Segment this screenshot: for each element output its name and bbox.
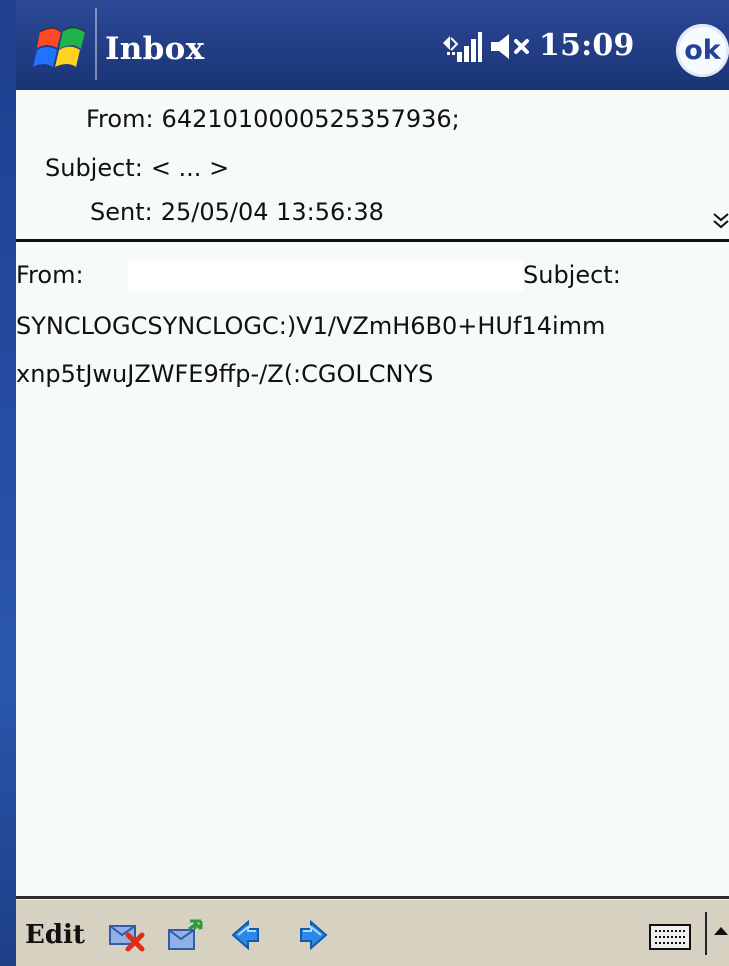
bottom-toolbar: Edit: [16, 899, 729, 966]
clock-time: 15:09: [539, 28, 635, 63]
from-label: From:: [86, 105, 154, 133]
next-message-icon[interactable]: [297, 917, 331, 953]
message-header: From: 6421010000525357936; Subject: < ... …: [16, 90, 729, 239]
subject-header-row: Subject: < ... >: [45, 154, 229, 182]
body-from-field: [128, 261, 523, 291]
message-body: From: Subject: SYNCLOGCSYNCLOGC:)V1/VZmH…: [16, 242, 729, 892]
previous-message-icon[interactable]: [228, 917, 262, 953]
app-title: Inbox: [105, 31, 205, 67]
subject-label: Subject:: [45, 154, 143, 182]
expand-header-icon[interactable]: [712, 211, 729, 229]
body-subject-label: Subject:: [523, 261, 621, 289]
body-from-label: From:: [16, 261, 84, 289]
keyboard-icon[interactable]: [649, 922, 691, 952]
volume-icon[interactable]: [489, 29, 534, 64]
sent-header-row: Sent: 25/05/04 13:56:38: [90, 198, 384, 226]
message-text-line: SYNCLOGCSYNCLOGC:)V1/VZmH6B0+HUf14imm: [16, 312, 606, 340]
signal-icon[interactable]: [439, 27, 483, 65]
title-separator: [95, 8, 97, 80]
subject-value: < ... >: [150, 154, 230, 182]
input-selector-arrow-icon[interactable]: [705, 912, 729, 955]
delete-message-icon[interactable]: [106, 917, 146, 953]
pocket-pc-screen: Inbox 15:09 ok From: 6421010000525357936;…: [16, 0, 729, 966]
title-bar: Inbox 15:09 ok: [16, 0, 729, 90]
message-text-line: xnp5tJwuJZWFE9ffp-/Z(:CGOLCNYS: [16, 360, 434, 388]
from-header-row: From: 6421010000525357936;: [86, 105, 460, 133]
ok-button[interactable]: ok: [676, 24, 729, 77]
from-value: 6421010000525357936;: [161, 105, 460, 133]
sent-value: 25/05/04 13:56:38: [160, 198, 384, 226]
windows-start-icon[interactable]: [32, 19, 90, 77]
edit-menu[interactable]: Edit: [25, 920, 85, 950]
sent-label: Sent:: [90, 198, 153, 226]
reply-message-icon[interactable]: [165, 917, 205, 953]
